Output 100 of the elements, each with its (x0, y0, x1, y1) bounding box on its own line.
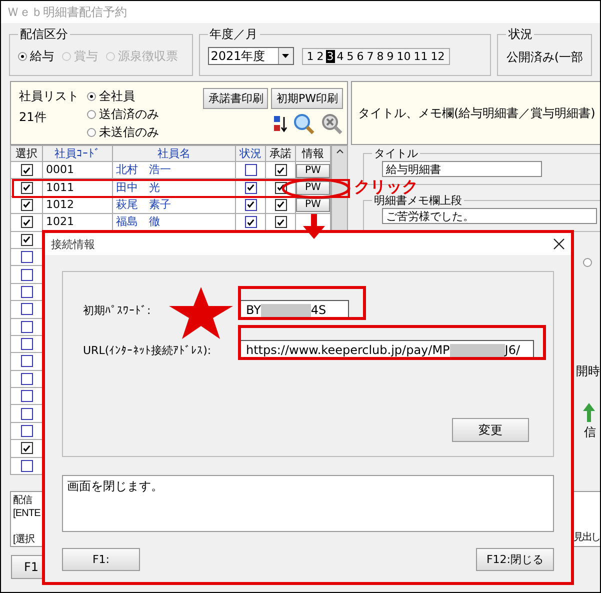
function-button[interactable]: F12:閉じる (476, 548, 554, 571)
radio-label: 源泉徴収票 (118, 48, 178, 65)
checkbox[interactable] (20, 338, 32, 350)
checkbox[interactable] (20, 268, 32, 281)
month-tab[interactable]: 3 (326, 50, 335, 62)
redaction-block (260, 304, 311, 316)
checkbox[interactable] (20, 408, 32, 420)
send-label: 信 (584, 424, 596, 441)
memo-field[interactable]: ご苦労様でした。 (382, 208, 597, 224)
label-text: 開時 (576, 363, 600, 380)
month-tab[interactable]: 12 (430, 50, 446, 62)
month-tab[interactable]: 2 (316, 50, 325, 62)
group-label: 配信区分 (19, 26, 69, 43)
column-header: 承諾 (266, 146, 296, 162)
star-icon (169, 287, 233, 339)
checkbox[interactable] (244, 182, 256, 194)
radio-label: 給与 (30, 48, 54, 65)
checkbox[interactable] (20, 425, 32, 438)
name-cell: 田中 光 (116, 180, 160, 194)
message-text: [選択 (13, 533, 36, 546)
status-text: 公開済み(一部 (506, 49, 583, 66)
upload-icon[interactable] (582, 402, 596, 424)
month-tab[interactable]: 11 (412, 50, 429, 62)
checkbox[interactable] (274, 198, 286, 211)
checkbox[interactable] (20, 182, 32, 194)
radio-label: 全社員 (99, 88, 135, 105)
checkbox[interactable] (20, 251, 32, 264)
month-tab[interactable]: 4 (336, 50, 345, 62)
column-header: 社員名 (112, 146, 236, 162)
checkbox[interactable] (274, 164, 286, 176)
radio-button[interactable] (18, 52, 27, 61)
radio-button[interactable] (87, 128, 96, 137)
column-header: 社員ｺｰﾄﾞ (42, 146, 112, 162)
group-label: 明細書メモ欄上段 (374, 194, 463, 207)
radio-label: 賞与 (74, 48, 98, 65)
function-button[interactable]: F1: (62, 548, 140, 571)
message-text: 見出し (574, 531, 600, 544)
checkbox[interactable] (20, 390, 32, 402)
month-tab[interactable]: 5 (346, 50, 355, 62)
radio-button[interactable] (583, 258, 592, 267)
print-button[interactable]: 承諾書印刷 (203, 88, 268, 109)
month-tab[interactable]: 1 (306, 50, 315, 62)
group-label: 状況 (507, 27, 534, 43)
month-tab[interactable]: 10 (396, 50, 412, 62)
radio-button[interactable] (87, 92, 96, 101)
checkbox[interactable] (274, 216, 286, 228)
redaction-block (450, 344, 505, 356)
radio-button[interactable] (87, 110, 96, 119)
checkbox[interactable] (20, 460, 32, 472)
checkbox[interactable] (20, 198, 32, 211)
title-field[interactable]: 給与明細書 (382, 161, 542, 177)
message-text: 画面を閉じます。 (67, 479, 163, 493)
radio-label: 未送信のみ (99, 124, 159, 141)
code-cell: 1011 (46, 180, 74, 194)
checkbox[interactable] (20, 372, 32, 385)
dialog-title: 接続情報 (51, 236, 95, 252)
name-cell: 福島 徹 (116, 215, 160, 228)
checkbox[interactable] (20, 320, 32, 333)
message-text: [ENTE (13, 507, 40, 520)
pw-button[interactable]: PW (296, 181, 330, 196)
checkbox[interactable] (20, 355, 32, 368)
field-label: URL(ｲﾝﾀｰﾈｯﾄ接続ｱﾄﾞﾚｽ): (83, 342, 212, 358)
year-dropdown[interactable]: 2021年度 (208, 47, 294, 65)
name-cell: 北村 浩一 (116, 163, 171, 176)
panel-header: タイトル、メモ欄(給与明細書／賞与明細書) (358, 104, 596, 122)
column-header: 状況 (236, 146, 266, 162)
change-button[interactable]: 変更 (452, 418, 529, 442)
month-tab[interactable]: 7 (366, 50, 375, 62)
callout-text: クリック (354, 178, 418, 195)
pw-button[interactable]: PW (296, 198, 330, 212)
name-cell: 萩尾 素子 (116, 198, 171, 211)
checkbox[interactable] (20, 234, 32, 246)
checkbox[interactable] (20, 164, 32, 176)
month-tab[interactable]: 9 (386, 50, 395, 62)
highlight-ellipse (281, 178, 351, 199)
checkbox[interactable] (20, 286, 32, 298)
checkbox[interactable] (244, 164, 256, 176)
count-text: 21件 (19, 109, 48, 126)
checkbox[interactable] (20, 442, 32, 454)
month-tab[interactable]: 6 (356, 50, 365, 62)
sort-icon[interactable] (273, 115, 287, 133)
close-icon[interactable] (553, 238, 565, 250)
code-cell: 1021 (46, 215, 74, 228)
message-text: 配信 (13, 494, 34, 507)
checkbox[interactable] (244, 216, 256, 228)
window-title: Ｗｅｂ明細書配信予約 (7, 4, 127, 20)
field-label: 初期ﾊﾟｽﾜｰﾄﾞ: (83, 302, 152, 318)
code-cell: 1012 (46, 198, 74, 211)
checkbox[interactable] (244, 198, 256, 211)
clear-search-icon[interactable] (321, 113, 343, 135)
column-header: 情報 (296, 146, 330, 162)
checkbox[interactable] (20, 303, 32, 316)
month-tab[interactable]: 8 (376, 50, 385, 62)
print-button[interactable]: 初期PW印刷 (271, 88, 343, 109)
search-icon[interactable] (293, 113, 315, 135)
radio-label: 送信済のみ (99, 106, 159, 123)
code-cell: 0001 (46, 163, 74, 176)
checkbox[interactable] (20, 216, 32, 228)
pw-button[interactable]: PW (296, 164, 330, 178)
column-header: 選択 (10, 146, 42, 162)
